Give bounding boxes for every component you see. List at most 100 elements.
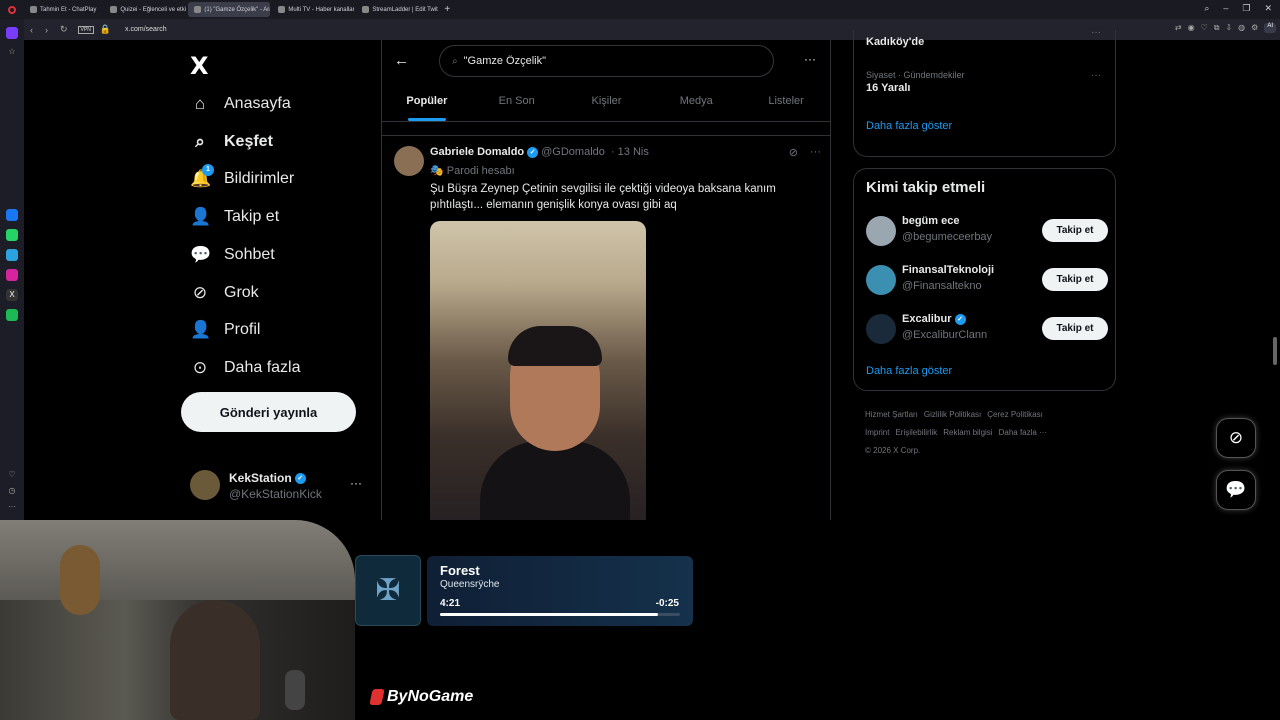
- back-arrow-icon[interactable]: ←: [394, 52, 409, 69]
- messages-floating-button[interactable]: 💬: [1216, 470, 1256, 510]
- trend-item[interactable]: Kadıköy'de: [866, 34, 924, 48]
- browser-tab[interactable]: StreamLadder | Edit Twitch...: [356, 2, 438, 17]
- nav-item-grok[interactable]: ⊘ Grok: [190, 283, 259, 303]
- nav-item-home[interactable]: ⌂ Anasayfa: [190, 94, 291, 114]
- search-tabs-icon[interactable]: ⌕: [1204, 3, 1209, 14]
- trends-show-more-link[interactable]: Daha fazla göster: [866, 120, 952, 132]
- whatsapp-icon[interactable]: [6, 229, 18, 241]
- tweet-avatar[interactable]: [394, 146, 424, 176]
- nav-item-more-circle[interactable]: ⊙ Daha fazla: [190, 358, 301, 378]
- tab-1[interactable]: En Son: [472, 88, 562, 121]
- search-more-icon[interactable]: ···: [804, 52, 816, 66]
- settings-icon[interactable]: ⚙: [1251, 23, 1258, 33]
- footer-link[interactable]: Reklam bilgisi: [943, 428, 992, 437]
- grok-tweet-icon[interactable]: ⊘: [789, 146, 798, 159]
- avatar[interactable]: [866, 216, 896, 246]
- verified-badge-icon: ✓: [954, 313, 966, 325]
- nav-item-bell[interactable]: 🔔 1 Bildirimler: [190, 164, 295, 189]
- spotify-icon[interactable]: [6, 309, 18, 321]
- avatar[interactable]: [866, 265, 896, 295]
- tab-favicon-icon: [362, 6, 370, 13]
- trend-more-icon[interactable]: ···: [1091, 70, 1101, 81]
- avatar[interactable]: [866, 314, 896, 344]
- sidebar-more-icon[interactable]: ···: [6, 501, 18, 513]
- telegram-icon[interactable]: [6, 249, 18, 261]
- browser-tab[interactable]: Quizei - Eğlenceli ve etkile...: [104, 2, 186, 17]
- nav-item-chat[interactable]: 💬 Sohbet: [190, 245, 275, 265]
- wallet-icon[interactable]: ◍: [1238, 23, 1245, 33]
- nav-item-label: Keşfet: [224, 132, 273, 150]
- account-more-icon[interactable]: ···: [350, 476, 362, 490]
- tab-favicon-icon: [278, 6, 286, 13]
- instagram-icon[interactable]: [6, 269, 18, 281]
- heart-icon[interactable]: ♡: [1201, 23, 1208, 33]
- who-show-more-link[interactable]: Daha fazla göster: [866, 365, 952, 377]
- tweet-video[interactable]: [430, 221, 646, 520]
- heart-sidebar-icon[interactable]: ♡: [6, 469, 18, 481]
- tweet-author[interactable]: Gabriele Domaldo ✓ @GDomaldo · 13 Nis: [430, 146, 649, 158]
- camera-icon[interactable]: ◉: [1188, 23, 1195, 33]
- download-icon[interactable]: ⇩: [1225, 23, 1232, 33]
- tab-0[interactable]: Popüler: [382, 88, 472, 121]
- follow-suggestion[interactable]: Excalibur ✓ @ExcaliburClann Takip et: [866, 311, 1108, 347]
- maximize-button[interactable]: ❐: [1242, 3, 1250, 14]
- ai-button[interactable]: AI: [1264, 23, 1276, 33]
- follow-button[interactable]: Takip et: [1042, 317, 1108, 340]
- search-icon: ⌕: [452, 55, 458, 67]
- trend-item[interactable]: Siyaset · Gündemdekiler 16 Yaralı: [866, 70, 965, 94]
- new-tab-button[interactable]: +: [444, 4, 450, 15]
- scrollbar-thumb[interactable]: [1273, 337, 1277, 365]
- nav-item-search[interactable]: ⌕ Keşfet: [190, 132, 273, 152]
- reload-icon[interactable]: ↻: [60, 24, 68, 35]
- follow-button[interactable]: Takip et: [1042, 268, 1108, 291]
- extensions-icon[interactable]: ⧉: [1214, 23, 1220, 33]
- tab-2[interactable]: Kişiler: [562, 88, 652, 121]
- left-navigation: X ⌂ Anasayfa ⌕ Keşfet 🔔 1 Bildirimler 👤 Takip et…: [176, 40, 381, 520]
- browser-tab[interactable]: Multi TV - Haber kanalları...: [272, 2, 354, 17]
- tweet[interactable]: Gabriele Domaldo ✓ @GDomaldo · 13 Nis ⊘ ··…: [382, 136, 830, 520]
- url-field[interactable]: x.com/search: [125, 26, 167, 33]
- follow-button[interactable]: Takip et: [1042, 219, 1108, 242]
- follow-suggestion[interactable]: begüm ece @begumeceerbay Takip et: [866, 213, 1108, 249]
- footer-link[interactable]: Çerez Politikası: [987, 410, 1043, 419]
- x-sidebar-icon[interactable]: X: [6, 289, 18, 301]
- translate-icon[interactable]: ⇄: [1175, 23, 1182, 33]
- nav-item-person-add[interactable]: 👤 Takip et: [190, 207, 279, 227]
- tab-4[interactable]: Listeler: [741, 88, 830, 121]
- grok-floating-button[interactable]: ⊘: [1216, 418, 1256, 458]
- tab-3[interactable]: Medya: [651, 88, 741, 121]
- account-switcher[interactable]: KekStation ✓ @KekStationKick ···: [190, 468, 376, 508]
- back-nav-icon[interactable]: ‹: [30, 25, 33, 35]
- search-icon: ⌕: [195, 131, 205, 151]
- nav-item-label: Bildirimler: [224, 170, 295, 188]
- messenger-icon[interactable]: [6, 209, 18, 221]
- footer-link[interactable]: Erişilebilirlik: [895, 428, 937, 437]
- footer-link[interactable]: Daha fazla ···: [999, 428, 1047, 437]
- grok-icon: ⊘: [192, 282, 208, 302]
- footer-link[interactable]: Hizmet Şartları: [865, 410, 918, 419]
- tweet-more-icon[interactable]: ···: [810, 146, 821, 159]
- home-sidebar-icon[interactable]: [6, 27, 18, 39]
- post-button[interactable]: Gönderi yayınla: [181, 392, 356, 432]
- vpn-badge[interactable]: VPN: [77, 25, 94, 34]
- x-logo-icon[interactable]: X: [190, 52, 209, 80]
- nav-item-label: Sohbet: [224, 245, 275, 263]
- nav-item-profile[interactable]: 👤 Profil: [190, 320, 260, 340]
- footer-link[interactable]: Gizlilik Politikası: [924, 410, 981, 419]
- close-window-button[interactable]: ✕: [1264, 3, 1272, 14]
- forward-nav-icon[interactable]: ›: [45, 25, 48, 35]
- song-progress-fill: [440, 613, 659, 616]
- browser-tab[interactable]: (1) "Gamze Özçelik" - Ara...: [188, 2, 271, 17]
- footer-link[interactable]: Imprint: [865, 428, 889, 437]
- minimize-button[interactable]: –: [1223, 3, 1228, 14]
- history-icon[interactable]: ◷: [6, 485, 18, 497]
- trend-more-icon[interactable]: ···: [1091, 27, 1101, 38]
- suggestion-name: begüm ece: [902, 215, 960, 227]
- opera-logo-icon[interactable]: [0, 0, 24, 19]
- star-icon[interactable]: ☆: [6, 46, 18, 58]
- tab-favicon-icon: [30, 6, 37, 13]
- browser-tab[interactable]: Tahmin Et - ChatPlay: [24, 2, 102, 17]
- search-box[interactable]: ⌕: [439, 45, 774, 77]
- follow-suggestion[interactable]: FinansalTeknoloji @Finansaltekno Takip et: [866, 262, 1108, 298]
- search-input[interactable]: [463, 55, 744, 67]
